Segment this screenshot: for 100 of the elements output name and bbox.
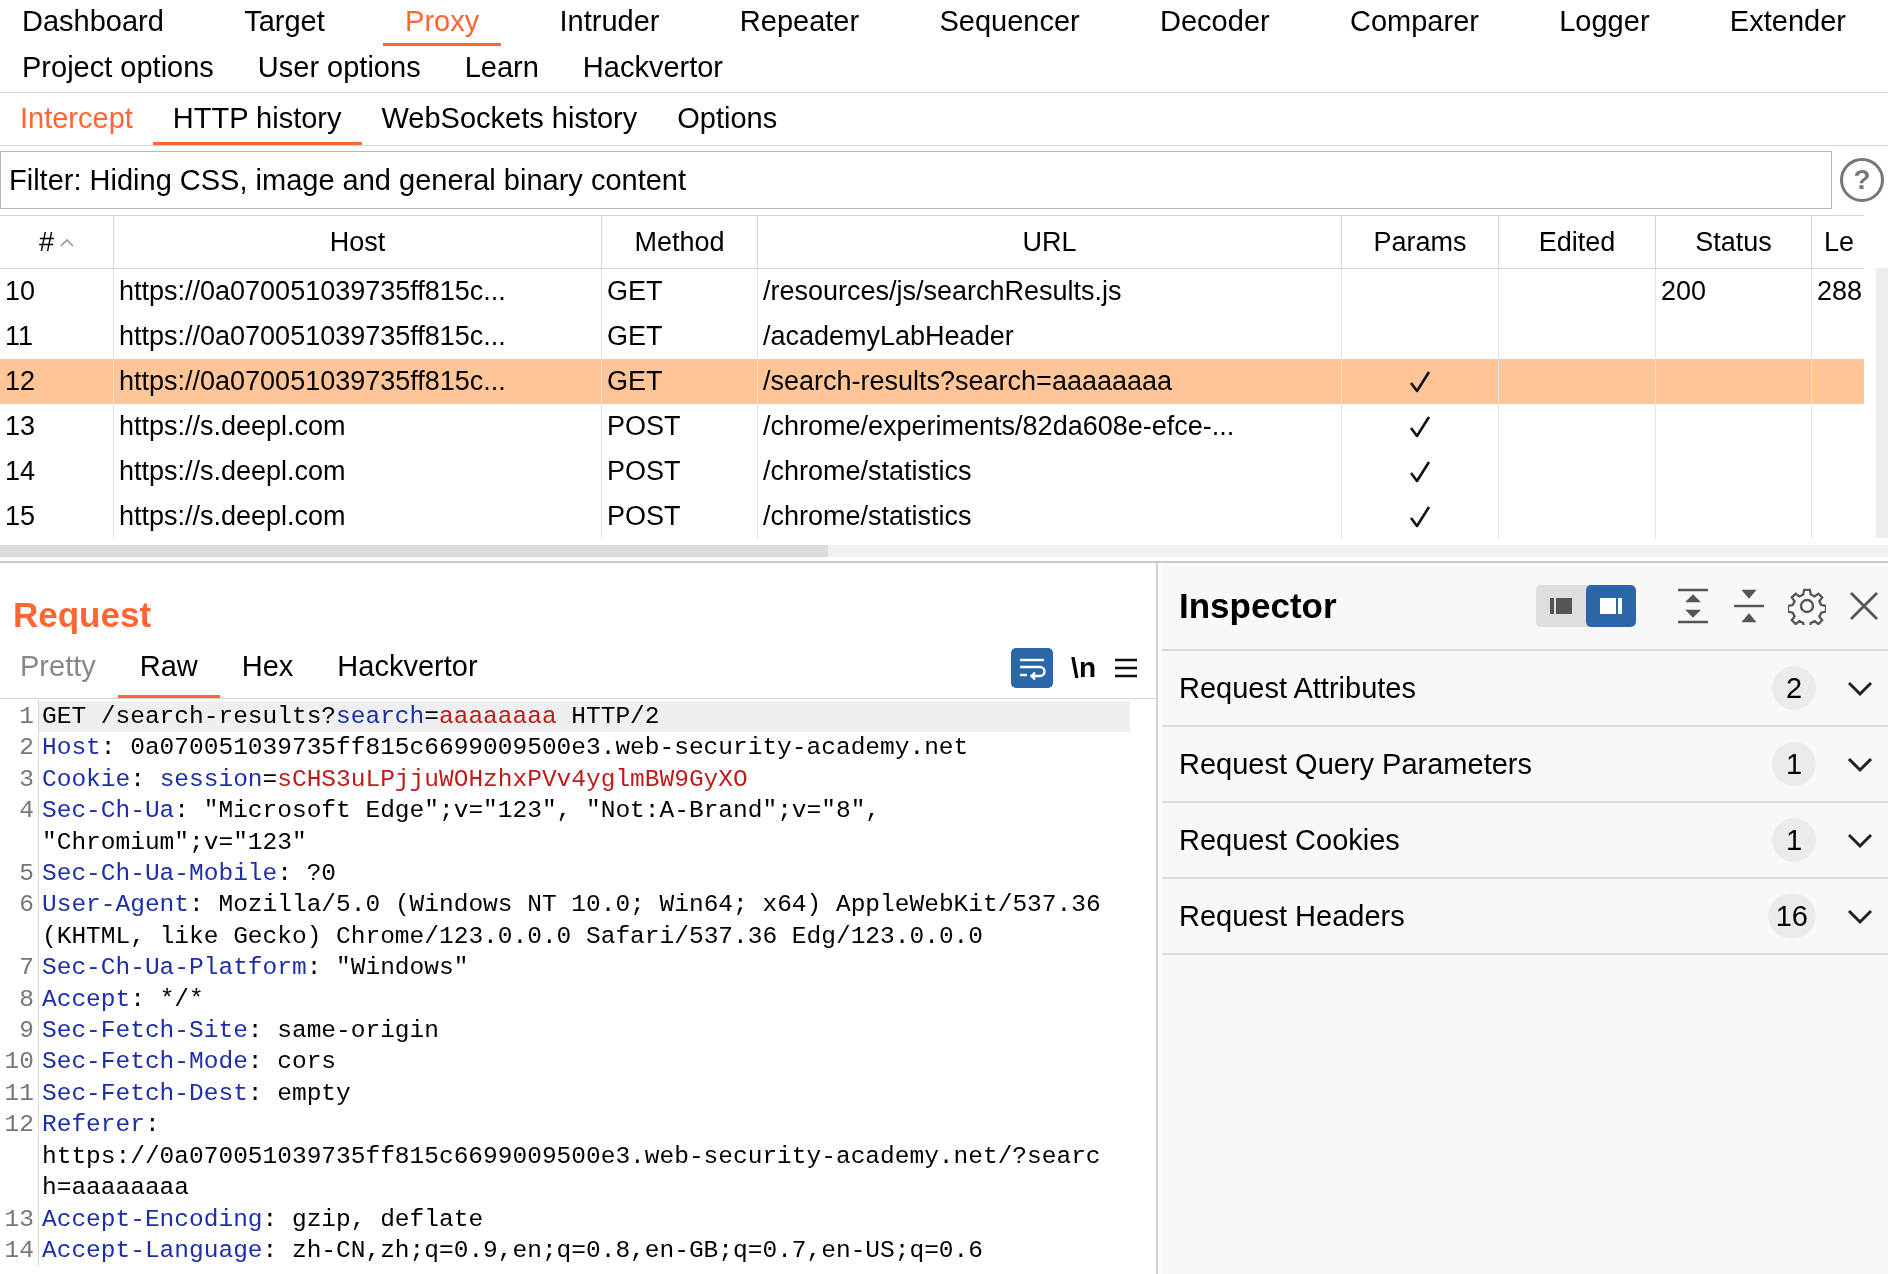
help-button[interactable]: ? [1840,158,1884,202]
count-badge: 16 [1767,894,1816,938]
line-number: 4 [0,795,39,859]
column-header[interactable]: Params [1342,216,1499,268]
history-row[interactable]: 15 https://s.deepl.com POST /chrome/statistics [0,494,1864,539]
table-cell: GET [607,321,663,352]
sub-tab[interactable]: HTTP history [152,95,362,145]
editor-tab[interactable]: Hex [219,638,316,698]
table-cell: https://s.deepl.com [119,501,346,532]
main-tab[interactable]: Project options [0,46,236,92]
code-line: Sec-Ch-Ua-Mobile: ?0 [41,859,338,890]
column-header[interactable]: Method [602,216,758,268]
table-cell: https://s.deepl.com [119,411,346,442]
editor-tab[interactable]: Raw [117,638,220,698]
settings-icon[interactable] [1788,587,1826,625]
code-line: Host: 0a070051039735ff815c6699009500e3.web-security-academy.net [41,733,970,764]
table-cell: 13 [5,411,36,442]
panel-left-icon [1549,596,1573,616]
word-wrap-icon [1018,656,1047,680]
table-cell: https://s.deepl.com [119,456,346,487]
table-cell: /search-results?search=aaaaaaaa [763,366,1172,397]
main-tab[interactable]: Comparer [1328,0,1501,46]
horizontal-scrollbar[interactable] [0,545,828,557]
main-tab[interactable]: Repeater [717,0,882,46]
table-cell: GET [607,366,663,397]
code-line: Sec-Fetch-Dest: empty [41,1078,352,1109]
column-header[interactable]: Status [1656,216,1812,268]
line-number: 9 [0,1015,39,1047]
code-line: Sec-Fetch-Mode: cors [41,1047,338,1078]
main-tab[interactable]: User options [235,46,443,92]
table-cell: https://0a070051039735ff815c... [119,321,506,352]
collapse-all-icon[interactable] [1732,588,1766,624]
line-number: 11 [0,1077,39,1110]
main-tab[interactable]: Logger [1537,0,1672,46]
expand-all-icon[interactable] [1676,588,1710,624]
editor-tab[interactable]: Hackvertor [315,638,500,698]
section-header[interactable]: Request Attributes [1179,671,1772,705]
main-tab[interactable]: Hackvertor [560,46,745,92]
table-cell: 200 [1661,276,1707,307]
sub-tab[interactable]: Options [657,95,798,145]
column-header[interactable]: Le [1812,216,1864,268]
filter-bar[interactable]: Filter: Hiding CSS, image and general binary content [0,151,1832,209]
main-tab[interactable]: Extender [1707,0,1868,46]
column-header[interactable]: Host [114,216,602,268]
main-tab[interactable]: Target [222,0,347,46]
table-cell: /chrome/statistics [763,501,972,532]
table-cell: 10 [5,276,36,307]
newline-toggle-button[interactable]: \n [1071,652,1096,684]
table-cell: GET [607,276,663,307]
section-header[interactable]: Request Query Parameters [1179,747,1772,781]
history-row[interactable]: 12 https://0a070051039735ff815c... GET /search-results?search=aaaaaaaa [0,359,1864,404]
code-line: User-Agent: Mozilla/5.0 (Windows NT 10.0; Win64; x64) AppleWebKit/537.36 (KHTML, like Gecko) Chrome/123.0.0.0 Safari/537.36 Edg/123.0.0.0 [41,890,1102,952]
close-icon[interactable] [1848,590,1880,622]
table-cell: 14 [5,456,36,487]
main-tab[interactable]: Sequencer [917,0,1102,46]
word-wrap-button[interactable] [1011,648,1054,688]
section-header[interactable]: Request Headers [1179,899,1768,933]
menu-icon[interactable] [1114,657,1138,679]
line-number: 3 [0,763,39,796]
main-tab[interactable]: Intruder [537,0,682,46]
table-cell: https://0a070051039735ff815c... [119,366,506,397]
table-cell: /resources/js/searchResults.js [763,276,1122,307]
panel-right-icon [1599,596,1623,616]
line-number: 8 [0,983,39,1016]
history-row[interactable]: 10 https://0a070051039735ff815c... GET /resources/js/searchResults.js 200 288 [0,269,1864,314]
count-badge: 2 [1772,666,1816,710]
main-tab[interactable]: Dashboard [0,0,186,46]
count-badge: 1 [1772,818,1816,862]
table-cell: 12 [5,366,36,397]
inspector-title: Inspector [1179,586,1338,626]
pane-title: Request [12,594,153,636]
table-cell: POST [607,456,681,487]
layout-right-button[interactable] [1586,585,1636,627]
code-line: Sec-Fetch-Site: same-origin [41,1016,440,1047]
count-badge: 1 [1772,742,1816,786]
column-header[interactable]: URL [758,216,1342,268]
sub-tab[interactable]: WebSockets history [361,95,658,145]
code-line: Cookie: session=sCHS3uLPjjuWOHzhxPVv4yglmBW9GyXO [41,764,749,795]
code-line: Accept: */* [41,984,205,1015]
table-cell: POST [607,501,681,532]
line-number: 10 [0,1046,39,1078]
code-line: Sec-Ch-Ua: "Microsoft Edge";v="123", "Not:A-Brand";v="8", "Chromium";v="123" [41,796,882,858]
main-tab[interactable]: Learn [442,46,561,92]
code-line: Sec-Ch-Ua-Platform: "Windows" [41,953,470,984]
line-number: 13 [0,1203,39,1235]
line-number: 7 [0,952,39,984]
table-cell: 288 [1817,276,1863,307]
section-header[interactable]: Request Cookies [1179,823,1772,857]
column-header[interactable]: Edited [1499,216,1656,268]
table-cell: /chrome/statistics [763,456,972,487]
table-cell: /academyLabHeader [763,321,1014,352]
history-row[interactable]: 13 https://s.deepl.com POST /chrome/experiments/82da608e-efce-... [0,404,1864,449]
table-cell: /chrome/experiments/82da608e-efce-... [763,411,1235,442]
table-cell: 15 [5,501,36,532]
column-header[interactable]: # [0,216,114,268]
table-cell: 11 [5,321,34,352]
history-row[interactable]: 14 https://s.deepl.com POST /chrome/statistics [0,449,1864,494]
code-line: Accept-Encoding: gzip, deflate [41,1204,485,1235]
main-tab[interactable]: Decoder [1138,0,1292,46]
code-line: Accept-Language: zh-CN,zh;q=0.9,en;q=0.8,en-GB;q=0.7,en-US;q=0.6 [41,1235,984,1266]
